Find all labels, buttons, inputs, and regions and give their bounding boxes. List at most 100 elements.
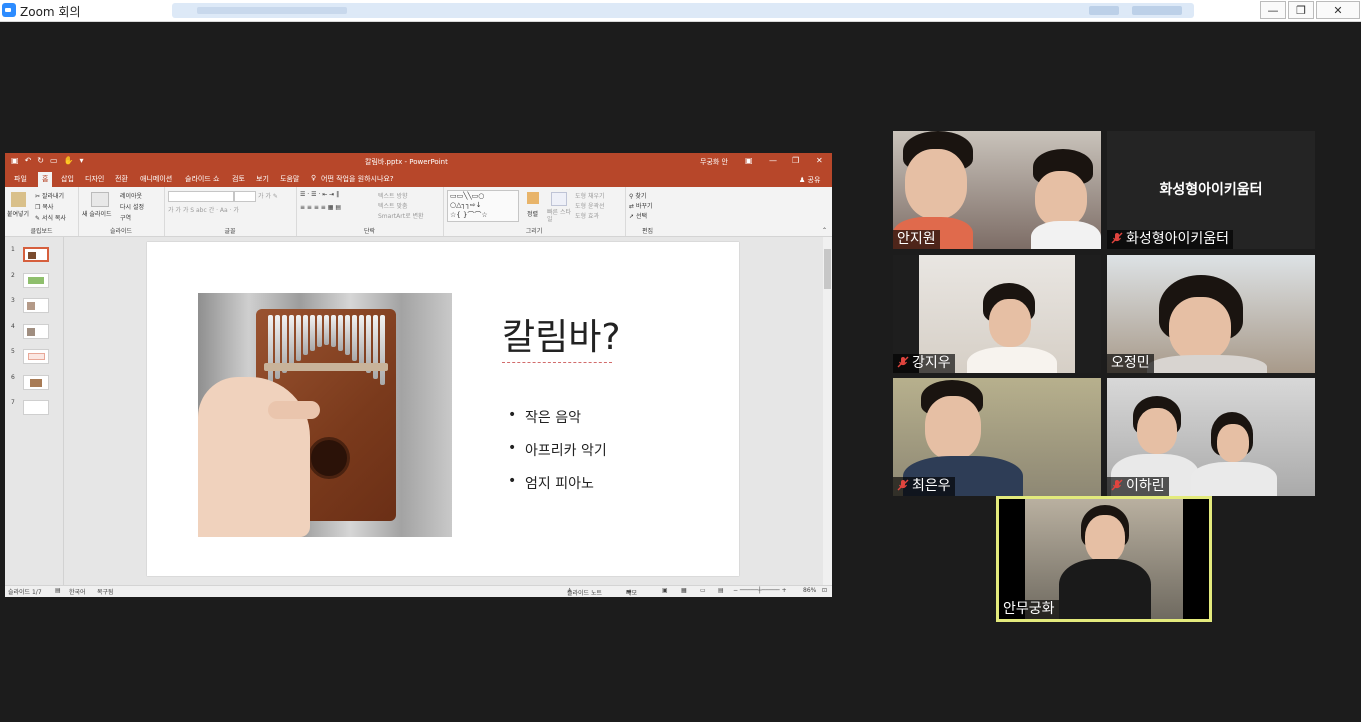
zoom-slider[interactable]: − ─────┼───── + [733,587,787,594]
arrange-button[interactable]: 정렬 [527,209,538,218]
spellcheck-underline [502,362,612,363]
reset-button[interactable]: 다시 설정 [120,202,144,211]
customize-icon[interactable]: ▾ [80,156,84,165]
slide-thumbnail[interactable] [23,375,49,390]
slide-thumbnail[interactable] [23,247,49,262]
fit-to-window-icon[interactable]: ⊡ [822,587,827,594]
list-buttons[interactable]: ☰ · ☰ · ⇤ ⇥ ‖ [300,191,339,198]
tab-insert[interactable]: 삽입 [61,174,74,184]
slideshow-view-icon[interactable]: ▤ [718,587,724,594]
touch-icon[interactable]: ✋ [64,156,74,165]
share-control-placeholder[interactable] [1132,6,1182,15]
participant-video[interactable]: 강지우 [893,255,1101,373]
arrange-icon[interactable] [527,192,539,204]
slide-thumbnail[interactable] [23,273,49,288]
font-style-buttons[interactable]: 가 가 가 S abc 간 · Aa · 가 [168,205,239,214]
cut-button[interactable]: ✂ 잘라내기 [35,191,64,200]
scroll-thumb[interactable] [824,249,831,289]
quick-styles-button[interactable]: 빠른 스타일 [547,209,571,223]
restore-button[interactable]: ❐ [1288,1,1314,19]
tab-transitions[interactable]: 전환 [115,174,128,184]
slide-thumbnail[interactable] [23,298,49,313]
smartart-button[interactable]: SmartArt로 변환 [378,211,424,220]
shape-effects-button[interactable]: 도형 효과 [575,211,599,220]
collapse-ribbon-icon[interactable]: ⌃ [822,227,827,234]
slide-thumbnail[interactable] [23,349,49,364]
ppt-restore-button[interactable]: ❐ [792,156,799,165]
align-buttons[interactable]: ≡ ≡ ≡ ≡ ▦ ▤ [300,204,341,211]
reading-view-icon[interactable]: ▭ [700,587,706,594]
font-size-dropdown[interactable] [234,191,256,202]
text-direction-button[interactable]: 텍스트 방향 [378,191,408,200]
vertical-scrollbar[interactable] [823,237,832,585]
select-button[interactable]: ➚ 선택 [629,211,647,220]
font-name-dropdown[interactable] [168,191,234,202]
ppt-close-button[interactable]: ✕ [816,156,823,165]
tab-animations[interactable]: 애니메이션 [140,174,172,184]
slide-thumbnail[interactable] [23,324,49,339]
active-speaker-video[interactable]: 안무궁화 [996,496,1212,622]
shapes-gallery[interactable]: ▭▭╲╲▭○ ○△┐┐⇨↓ ☆{ }⌒⌒☆ [447,190,519,222]
slide-bullet-list[interactable]: 작은 음악 아프리카 악기 엄지 피아노 [508,407,607,506]
save-icon[interactable]: ▣ [11,156,19,165]
tell-me-search[interactable]: 어떤 작업을 원하시나요? [321,174,394,184]
shape-fill-button[interactable]: 도형 채우기 [575,191,605,200]
tab-review[interactable]: 검토 [232,174,245,184]
participant-video[interactable]: 이하린 [1107,378,1315,496]
tab-help[interactable]: 도움말 [280,174,299,184]
scissors-icon: ✂ [35,193,41,200]
participant-name-label: 강지우 [893,354,955,373]
tab-slideshow[interactable]: 슬라이드 쇼 [185,174,219,184]
quick-styles-icon[interactable] [551,192,567,206]
participant-video[interactable]: 안지원 [893,131,1101,249]
tab-view[interactable]: 보기 [256,174,269,184]
undo-icon[interactable]: ↶ [25,156,32,165]
ribbon-tabs: 파일 홈 삽입 디자인 전환 애니메이션 슬라이드 쇼 검토 보기 도움말 ♀ … [5,172,832,187]
align-text-button[interactable]: 텍스트 맞춤 [378,201,408,210]
share-control-placeholder[interactable] [1089,6,1119,15]
shape-outline-button[interactable]: 도형 윤곽선 [575,201,605,210]
participant-video[interactable]: 오정민 [1107,255,1315,373]
new-slide-button[interactable]: 새 슬라이드 [82,209,112,218]
participant-video-off[interactable]: 화성형아이키움터 화성형아이키움터 [1107,131,1315,249]
tab-home[interactable]: 홈 [38,172,53,187]
zoom-level[interactable]: 86% [803,587,816,594]
format-painter-label: 서식 복사 [41,215,66,222]
screen-share-toolbar[interactable] [172,3,1194,18]
thumb-image [27,302,35,310]
format-painter-button[interactable]: ✎ 서식 복사 [35,213,66,222]
kalimba-photo[interactable] [198,293,452,537]
section-button[interactable]: 구역 [120,213,131,222]
sorter-view-icon[interactable]: ▦ [681,587,687,594]
slide-count: 슬라이드 1/7 [8,589,42,596]
font-size-controls[interactable]: 가 가 ✎ [258,191,278,200]
ppt-signin-user[interactable]: 무궁화 안 [700,157,728,167]
replace-icon: ⇄ [629,203,635,210]
replace-label: 바꾸기 [635,203,653,210]
replace-button[interactable]: ⇄ 바꾸기 [629,201,653,210]
ribbon-display-icon[interactable]: ▣ [745,156,753,165]
close-button[interactable]: ✕ [1316,1,1360,19]
ppt-minimize-button[interactable]: — [769,156,777,165]
language-indicator[interactable]: 한국어 [69,587,86,596]
share-button[interactable]: ♟ 공유 [799,175,820,185]
current-slide[interactable]: 칼림바? 작은 음악 아프리카 악기 엄지 피아노 [147,242,739,576]
slide-title[interactable]: 칼림바? [502,308,620,363]
new-slide-icon[interactable] [91,192,109,207]
normal-view-icon[interactable]: ▣ [662,587,668,594]
minimize-button[interactable]: — [1260,1,1286,19]
redo-icon[interactable]: ↻ [37,156,44,165]
slide-thumbnail[interactable] [23,400,49,415]
participant-name: 강지우 [912,355,951,371]
paste-icon[interactable] [11,192,26,207]
tab-file[interactable]: 파일 [14,174,27,184]
tab-design[interactable]: 디자인 [85,174,104,184]
accessibility-icon[interactable]: ▤ [55,587,61,594]
copy-button[interactable]: ❐ 복사 [35,202,53,211]
participant-video[interactable]: 최은우 [893,378,1101,496]
present-icon[interactable]: ▭ [50,156,58,165]
paste-button[interactable]: 붙여넣기 [7,209,29,218]
layout-button[interactable]: 레이아웃 [120,191,142,200]
find-button[interactable]: ⚲ 찾기 [629,191,646,200]
participant-face [989,299,1031,347]
